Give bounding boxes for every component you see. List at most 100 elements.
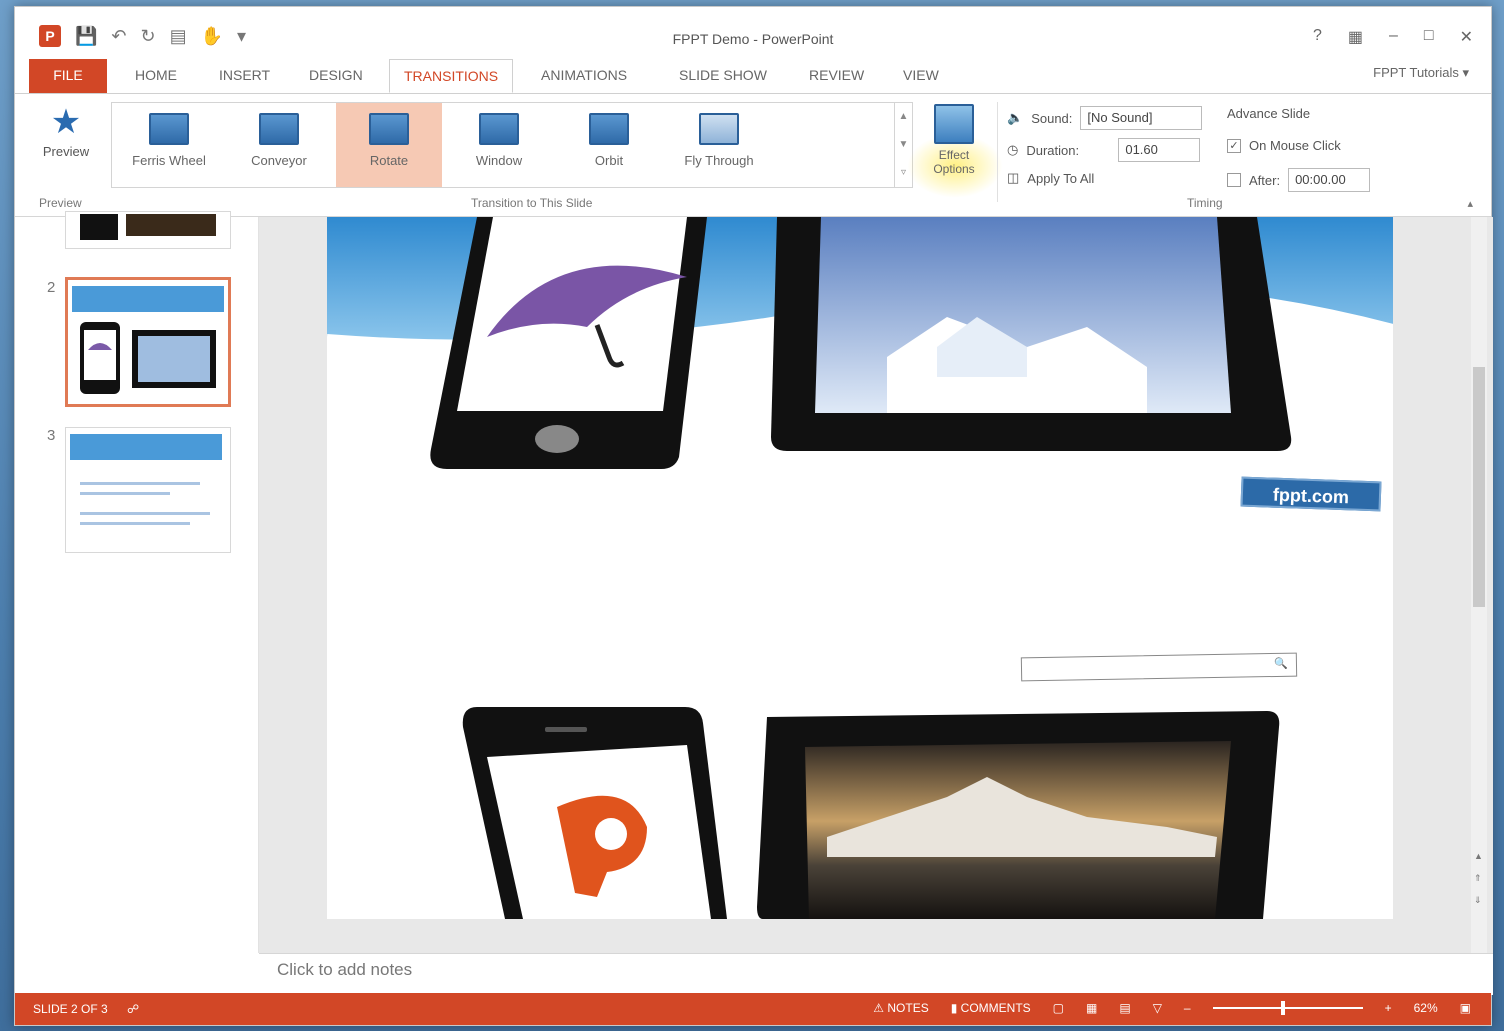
window-controls: ? ▦ – □ ✕ <box>1313 27 1473 47</box>
tablet-illustration-top <box>771 217 1292 451</box>
tab-file[interactable]: FILE <box>29 59 107 93</box>
timing-group: 🔈 Sound: [No Sound] ◷ Duration: 01.60 ◫ … <box>1001 102 1471 210</box>
gallery-scroll-up-icon[interactable]: ▲ <box>895 103 912 131</box>
fppt-badge: fppt.com <box>1240 476 1382 512</box>
previous-slide-icon[interactable]: ⇑ <box>1474 873 1482 884</box>
zoom-level[interactable]: 62% <box>1414 1001 1438 1015</box>
slide-editing-area: fppt.com 🔍 ▲ ⇑ ⇓ <box>259 217 1493 953</box>
powerpoint-window: P 💾 ↶ ↻ ▤ ✋ ▾ FPPT Demo - PowerPoint ? ▦… <box>14 6 1493 1026</box>
window-title: FPPT Demo - PowerPoint <box>672 31 834 47</box>
collapse-ribbon-icon[interactable]: ▴ <box>1467 197 1473 210</box>
transition-window[interactable]: Window <box>446 103 552 187</box>
group-label-timing: Timing <box>1187 196 1223 210</box>
zoom-out-icon[interactable]: – <box>1184 1001 1191 1015</box>
slide-3-preview <box>70 434 222 525</box>
scroll-up-icon[interactable]: ▲ <box>1474 851 1483 861</box>
status-right: ⚠ NOTES ▮ COMMENTS ▢ ▦ ▤ ▽ – + 62% ▣ <box>873 1001 1471 1015</box>
minimize-button[interactable]: – <box>1389 27 1398 47</box>
tab-view[interactable]: VIEW <box>889 59 953 93</box>
ribbon-display-options-icon[interactable]: ▦ <box>1348 27 1363 47</box>
notes-placeholder: Click to add notes <box>277 960 413 979</box>
transition-gallery: Ferris Wheel Conveyor Rotate Window Orbi… <box>111 102 895 188</box>
ferris-wheel-icon <box>149 113 189 145</box>
slide-number: 3 <box>47 427 56 444</box>
status-bar: SLIDE 2 OF 3 ☍ ⚠ NOTES ▮ COMMENTS ▢ ▦ ▤ … <box>15 993 1491 1025</box>
transition-fly-through[interactable]: Fly Through <box>666 103 772 187</box>
slide-show-icon[interactable]: ▽ <box>1153 1001 1162 1015</box>
slide-2-preview <box>72 286 224 394</box>
transition-label: Conveyor <box>251 153 307 168</box>
spell-check-icon[interactable]: ☍ <box>127 1002 139 1016</box>
tab-design[interactable]: DESIGN <box>295 59 377 93</box>
fit-to-window-icon[interactable]: ▣ <box>1460 1001 1471 1015</box>
scrollbar-thumb[interactable] <box>1473 367 1485 607</box>
effect-options-icon <box>934 104 974 144</box>
preview-button[interactable]: ★ Preview <box>33 102 99 182</box>
apply-to-all-button[interactable]: Apply To All <box>1027 171 1094 186</box>
preview-label: Preview <box>42 144 90 159</box>
notes-pane[interactable]: Click to add notes <box>259 953 1493 995</box>
comments-toggle-label: COMMENTS <box>960 1001 1031 1015</box>
slide-count-text: SLIDE 2 OF 3 <box>33 1002 108 1016</box>
close-button[interactable]: ✕ <box>1460 27 1473 47</box>
conveyor-icon <box>259 113 299 145</box>
maximize-button[interactable]: □ <box>1424 27 1434 47</box>
slide-artwork <box>327 217 1393 919</box>
transition-ferris-wheel[interactable]: Ferris Wheel <box>116 103 222 187</box>
tab-slide-show[interactable]: SLIDE SHOW <box>665 59 781 93</box>
comments-toggle[interactable]: ▮ COMMENTS <box>951 1001 1031 1015</box>
slide-thumbnails-pane: 2 3 <box>15 211 259 953</box>
transition-label: Fly Through <box>684 153 754 168</box>
tab-transitions[interactable]: TRANSITIONS <box>389 59 514 93</box>
ribbon-tabs: FILE HOME INSERT DESIGN TRANSITIONS ANIM… <box>15 59 1491 93</box>
reading-view-icon[interactable]: ▤ <box>1119 1001 1130 1015</box>
group-divider <box>997 102 998 202</box>
comments-icon: ▮ <box>950 1001 961 1015</box>
zoom-slider[interactable] <box>1212 1001 1363 1015</box>
tab-insert[interactable]: INSERT <box>205 59 284 93</box>
search-icon: 🔍 <box>1274 657 1289 670</box>
slide-search-box: 🔍 <box>1020 652 1298 682</box>
transition-rotate[interactable]: Rotate <box>336 103 442 187</box>
transition-label: Orbit <box>594 153 624 168</box>
next-slide-icon[interactable]: ⇓ <box>1474 895 1482 906</box>
tab-home[interactable]: HOME <box>121 59 191 93</box>
normal-view-icon[interactable]: ▢ <box>1053 1001 1064 1015</box>
group-label-transition: Transition to This Slide <box>471 196 593 210</box>
preview-star-icon: ★ <box>50 103 82 141</box>
duration-label: Duration: <box>1026 142 1080 158</box>
advance-slide-title: Advance Slide <box>1227 106 1311 121</box>
duration-spinner[interactable]: 01.60 <box>1118 138 1201 162</box>
slide-thumbnail-2[interactable] <box>65 277 231 407</box>
sound-icon: 🔈 <box>1007 110 1024 125</box>
phone-illustration-bottom <box>462 707 727 919</box>
title-bar: P 💾 ↶ ↻ ▤ ✋ ▾ FPPT Demo - PowerPoint ? ▦… <box>15 7 1491 57</box>
on-mouse-click-checkbox[interactable]: ✓ <box>1227 138 1241 153</box>
phone-illustration-top <box>430 217 707 469</box>
after-spinner[interactable]: 00:00.00 <box>1288 168 1371 192</box>
zoom-slider-knob[interactable] <box>1280 1001 1285 1015</box>
transition-label: Rotate <box>369 153 409 168</box>
slide-thumbnail-1[interactable] <box>65 211 231 249</box>
slide-thumbnail-3[interactable] <box>65 427 231 553</box>
transition-conveyor[interactable]: Conveyor <box>226 103 332 187</box>
ribbon: ★ Preview Preview Ferris Wheel Conveyor … <box>15 93 1491 217</box>
slide-info: SLIDE 2 OF 3 ☍ <box>33 1002 139 1016</box>
vertical-scrollbar[interactable]: ▲ ⇑ ⇓ <box>1471 217 1487 953</box>
zoom-in-icon[interactable]: + <box>1385 1001 1392 1015</box>
sound-dropdown[interactable]: [No Sound] <box>1080 106 1203 130</box>
tab-review[interactable]: REVIEW <box>795 59 878 93</box>
effect-options-label: Effect Options <box>933 148 975 176</box>
group-label-preview: Preview <box>39 196 82 210</box>
notes-toggle[interactable]: ⚠ NOTES <box>873 1001 928 1015</box>
effect-options-button[interactable]: Effect Options <box>917 100 991 190</box>
account-name[interactable]: FPPT Tutorials ▾ <box>1373 65 1469 81</box>
help-icon[interactable]: ? <box>1313 27 1322 47</box>
current-slide[interactable]: fppt.com 🔍 <box>327 217 1393 919</box>
after-checkbox[interactable] <box>1227 173 1241 187</box>
notes-icon: ⚠ <box>873 1001 888 1015</box>
slide-sorter-icon[interactable]: ▦ <box>1086 1001 1097 1015</box>
tab-animations[interactable]: ANIMATIONS <box>527 59 641 93</box>
notes-toggle-label: NOTES <box>887 1001 929 1015</box>
transition-orbit[interactable]: Orbit <box>556 103 662 187</box>
